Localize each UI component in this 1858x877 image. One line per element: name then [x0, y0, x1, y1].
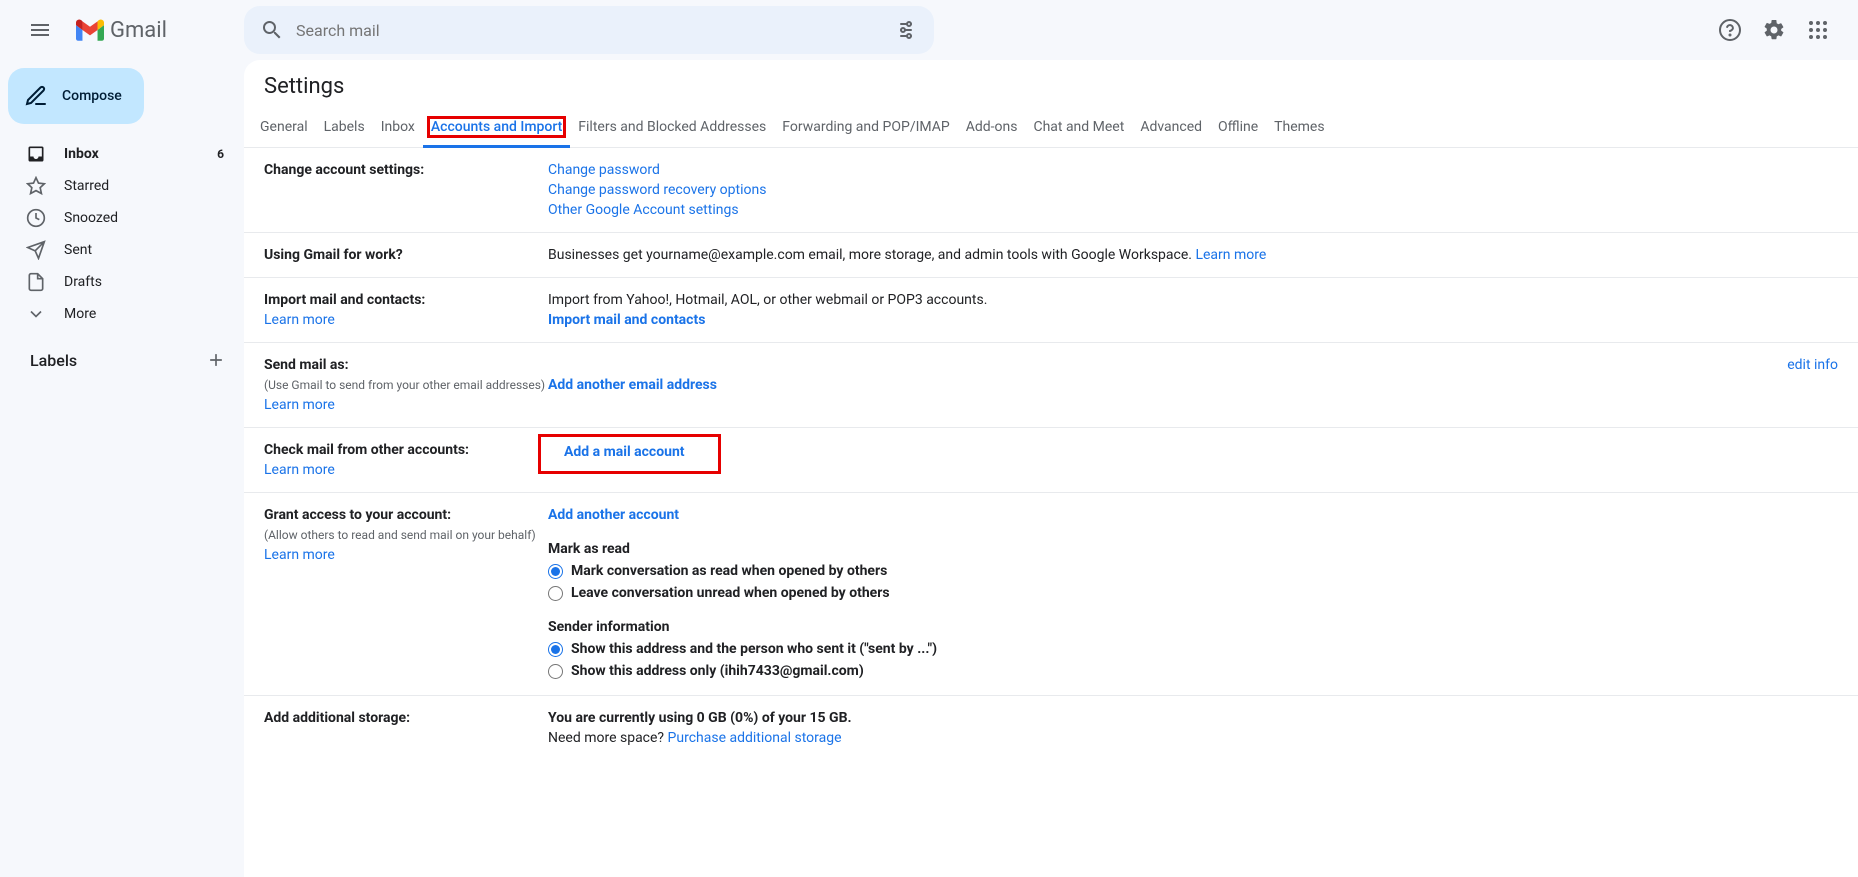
- edit-info-link[interactable]: edit info: [1787, 357, 1838, 373]
- section-using-work: Using Gmail for work? Businesses get you…: [244, 233, 1858, 278]
- change-password-link[interactable]: Change password: [548, 162, 660, 178]
- header-right: [1710, 10, 1842, 50]
- section-storage: Add additional storage: You are currentl…: [244, 696, 1858, 760]
- import-mail-desc: Import from Yahoo!, Hotmail, AOL, or oth…: [548, 290, 1838, 310]
- nav-label: Drafts: [64, 274, 224, 290]
- nav-item-more[interactable]: More: [8, 298, 236, 330]
- tab-inbox[interactable]: Inbox: [373, 109, 423, 147]
- change-recovery-link[interactable]: Change password recovery options: [548, 182, 766, 198]
- main-menu-icon[interactable]: [16, 6, 64, 54]
- show-both-radio[interactable]: [548, 642, 563, 657]
- compose-button[interactable]: Compose: [8, 68, 144, 124]
- add-another-account-link[interactable]: Add another account: [548, 507, 679, 523]
- nav-count: 6: [217, 147, 224, 161]
- search-bar[interactable]: [244, 6, 934, 54]
- grant-access-label: Grant access to your account:: [264, 505, 548, 525]
- nav-label: Snoozed: [64, 210, 224, 226]
- header-left: Gmail: [16, 6, 244, 54]
- nav-label: Inbox: [64, 146, 199, 162]
- tab-offline[interactable]: Offline: [1210, 109, 1266, 147]
- nav-item-drafts[interactable]: Drafts: [8, 266, 236, 298]
- add-email-address-link[interactable]: Add another email address: [548, 375, 717, 395]
- section-grant-access: Grant access to your account: (Allow oth…: [244, 493, 1858, 696]
- send-mail-as-label: Send mail as:: [264, 355, 548, 375]
- gmail-logo[interactable]: Gmail: [72, 18, 167, 43]
- section-send-mail-as: Send mail as: (Use Gmail to send from yo…: [244, 343, 1858, 428]
- import-mail-label: Import mail and contacts:: [264, 290, 548, 310]
- mark-read-radio[interactable]: [548, 564, 563, 579]
- tab-advanced[interactable]: Advanced: [1132, 109, 1210, 147]
- section-change-account: Change account settings: Change password…: [244, 148, 1858, 233]
- search-icon[interactable]: [252, 10, 292, 50]
- grant-access-sub: (Allow others to read and send mail on y…: [264, 525, 548, 545]
- add-label-icon[interactable]: [204, 348, 228, 372]
- logo-text: Gmail: [110, 18, 167, 43]
- add-mail-account-link[interactable]: Add a mail account: [564, 444, 685, 460]
- grant-access-learn-more-link[interactable]: Learn more: [264, 547, 335, 563]
- star-icon: [26, 176, 46, 196]
- search-wrap: [244, 6, 1710, 54]
- compose-label: Compose: [62, 88, 122, 104]
- tab-themes[interactable]: Themes: [1266, 109, 1332, 147]
- search-input[interactable]: [292, 21, 886, 40]
- change-account-label: Change account settings:: [264, 160, 548, 180]
- sender-info-header: Sender information: [548, 617, 1838, 637]
- tab-labels[interactable]: Labels: [316, 109, 373, 147]
- section-import-mail: Import mail and contacts: Learn more Imp…: [244, 278, 1858, 343]
- nav-item-snoozed[interactable]: Snoozed: [8, 202, 236, 234]
- sidebar: Compose Inbox 6 Starred Snoozed Sent Drafts Mo…: [0, 60, 244, 877]
- nav-item-sent[interactable]: Sent: [8, 234, 236, 266]
- inbox-icon: [26, 144, 46, 164]
- tab-chat-and-meet[interactable]: Chat and Meet: [1025, 109, 1132, 147]
- send-mail-as-sub: (Use Gmail to send from your other email…: [264, 375, 548, 395]
- apps-icon[interactable]: [1798, 10, 1838, 50]
- import-mail-action[interactable]: Import mail and contacts: [548, 312, 705, 328]
- show-only-radio[interactable]: [548, 664, 563, 679]
- main-content: Settings GeneralLabelsInboxAccounts and …: [244, 60, 1858, 877]
- clock-icon: [26, 208, 46, 228]
- nav-label: More: [64, 306, 224, 322]
- mark-as-read-header: Mark as read: [548, 539, 1838, 559]
- leave-unread-radio[interactable]: [548, 586, 563, 601]
- nav-label: Starred: [64, 178, 224, 194]
- support-icon[interactable]: [1710, 10, 1750, 50]
- file-icon: [26, 272, 46, 292]
- tab-filters-and-blocked-addresses[interactable]: Filters and Blocked Addresses: [570, 109, 774, 147]
- leave-unread-label: Leave conversation unread when opened by…: [571, 583, 890, 603]
- tab-forwarding-and-pop-imap[interactable]: Forwarding and POP/IMAP: [774, 109, 957, 147]
- import-learn-more-link[interactable]: Learn more: [264, 312, 335, 328]
- nav-item-inbox[interactable]: Inbox 6: [8, 138, 236, 170]
- nav-list: Inbox 6 Starred Snoozed Sent Drafts More: [8, 138, 244, 330]
- send-icon: [26, 240, 46, 260]
- nav-item-starred[interactable]: Starred: [8, 170, 236, 202]
- search-options-icon[interactable]: [886, 10, 926, 50]
- tab-add-ons[interactable]: Add-ons: [958, 109, 1026, 147]
- section-check-mail: Check mail from other accounts: Learn mo…: [244, 428, 1858, 493]
- using-work-label: Using Gmail for work?: [264, 245, 548, 265]
- storage-desc: You are currently using 0 GB (0%) of you…: [548, 708, 1838, 728]
- using-work-desc: Businesses get yourname@example.com emai…: [548, 247, 1195, 263]
- purchase-storage-link[interactable]: Purchase additional storage: [668, 730, 842, 746]
- labels-heading: Labels: [8, 330, 244, 372]
- settings-icon[interactable]: [1754, 10, 1794, 50]
- storage-label: Add additional storage:: [264, 708, 548, 728]
- settings-tabs: GeneralLabelsInboxAccounts and ImportFil…: [244, 109, 1858, 148]
- check-mail-learn-more-link[interactable]: Learn more: [264, 462, 335, 478]
- chevron-down-icon: [26, 304, 46, 324]
- show-only-label: Show this address only (ihih7433@gmail.c…: [571, 661, 864, 681]
- labels-heading-text: Labels: [30, 351, 77, 370]
- mark-read-label: Mark conversation as read when opened by…: [571, 561, 887, 581]
- other-account-settings-link[interactable]: Other Google Account settings: [548, 202, 739, 218]
- nav-label: Sent: [64, 242, 224, 258]
- check-mail-label: Check mail from other accounts:: [264, 440, 548, 460]
- tab-accounts-and-import[interactable]: Accounts and Import: [423, 109, 570, 148]
- body: Compose Inbox 6 Starred Snoozed Sent Drafts Mo…: [0, 60, 1858, 877]
- show-both-label: Show this address and the person who sen…: [571, 639, 937, 659]
- app-header: Gmail: [0, 0, 1858, 60]
- storage-need: Need more space?: [548, 730, 668, 746]
- workspace-learn-more-link[interactable]: Learn more: [1195, 247, 1266, 263]
- tab-general[interactable]: General: [252, 109, 316, 147]
- send-mail-learn-more-link[interactable]: Learn more: [264, 397, 335, 413]
- settings-title: Settings: [244, 60, 1858, 109]
